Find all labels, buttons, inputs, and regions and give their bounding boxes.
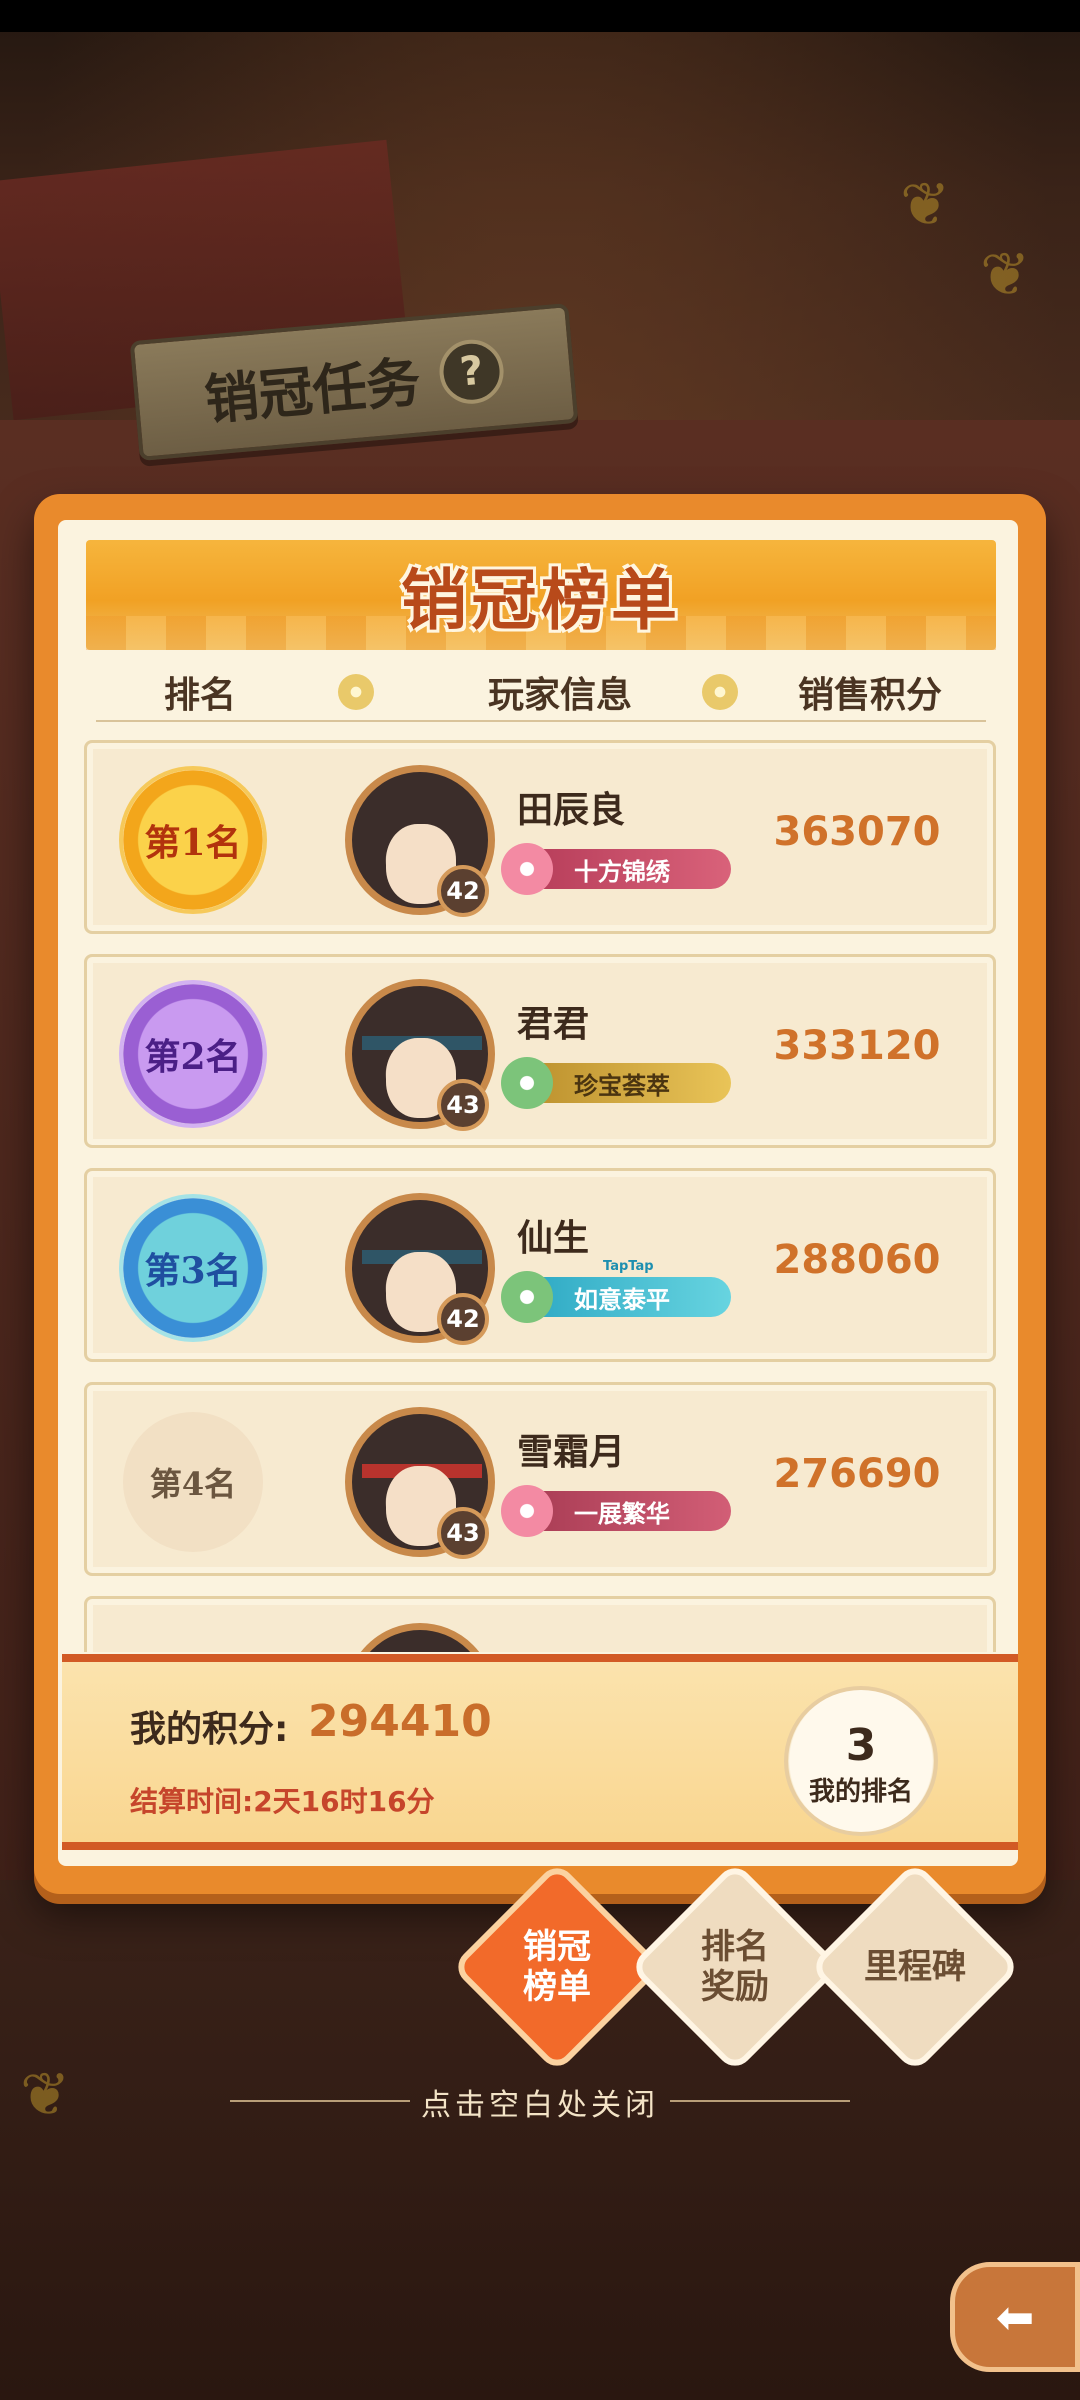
- level-badge: 43: [437, 1507, 489, 1559]
- player-title-tag: TapTap 如意泰平: [501, 1259, 731, 1323]
- leaderboard-title: 销冠榜单: [401, 561, 681, 639]
- player-score: 333120: [773, 1023, 941, 1069]
- player-title-text: 一展繁华: [574, 1499, 670, 1528]
- my-rank-badge: 3 我的排名: [784, 1686, 938, 1836]
- help-icon[interactable]: ?: [436, 337, 507, 407]
- player-title-text: 珍宝荟萃: [574, 1071, 670, 1100]
- player-name: 仙生: [517, 1218, 590, 1259]
- flower-divider-icon: [338, 674, 374, 710]
- quest-title: 销冠任务: [202, 348, 423, 432]
- player-name: 田辰良: [517, 790, 626, 831]
- player-score: 276690: [773, 1451, 941, 1497]
- flower-icon: [501, 843, 553, 895]
- player-title-tag: 一展繁华: [501, 1485, 731, 1537]
- my-score-value: 294410: [308, 1696, 492, 1747]
- flower-divider-icon: [702, 674, 738, 710]
- player-avatar[interactable]: [345, 1623, 495, 1652]
- back-button[interactable]: ⬅: [950, 2262, 1080, 2372]
- leaderboard-row[interactable]: 第3名 42 仙生 TapTap 如意泰平 288060: [84, 1168, 996, 1362]
- jade-icon: [501, 1271, 553, 1323]
- close-hint: 点击空白处关闭: [421, 2088, 659, 2123]
- header-divider: [96, 720, 986, 722]
- taptap-brand-label: TapTap: [603, 1259, 654, 1274]
- my-rank-label: 我的排名: [808, 1777, 913, 1807]
- rank-badge: 第4名: [123, 1412, 263, 1552]
- level-badge: 42: [437, 865, 489, 917]
- level-badge: 42: [437, 1293, 489, 1345]
- column-header-row: 排名 玩家信息 销售积分: [90, 662, 990, 722]
- flower-icon: [501, 1485, 553, 1537]
- column-header-score: 销售积分: [797, 675, 942, 716]
- player-title-tag: 珍宝荟萃: [501, 1057, 731, 1109]
- my-rank-number: 3: [845, 1720, 877, 1771]
- status-bar: [0, 0, 1080, 32]
- player-score: 363070: [773, 809, 941, 855]
- leaderboard-row[interactable]: 第1名 42 田辰良 十方锦绣 363070: [84, 740, 996, 934]
- rank-badge: 第2名: [123, 984, 263, 1124]
- player-name: 雪霜月: [517, 1432, 626, 1473]
- player-score: 288060: [773, 1237, 941, 1283]
- rank-badge: 第1名: [123, 770, 263, 910]
- leaf-decoration-icon: ❦: [980, 240, 1031, 310]
- column-header-player: 玩家信息: [487, 675, 632, 716]
- level-badge: 43: [437, 1079, 489, 1131]
- leaderboard-list[interactable]: 第1名 42 田辰良 十方锦绣 363070 第2名 43 君君 珍宝荟萃 33…: [84, 740, 996, 1652]
- back-arrow-icon: ⬅: [995, 2290, 1035, 2344]
- column-header-rank: 排名: [163, 675, 236, 716]
- tab-milestone-label: 里程碑: [864, 1947, 966, 1987]
- tab-sales-leaderboard-label: 销冠 榜单: [523, 1927, 591, 2007]
- leaderboard-row[interactable]: 第4名 43 雪霜月 一展繁华 276690: [84, 1382, 996, 1576]
- jade-icon: [501, 1057, 553, 1109]
- player-title-tag: 十方锦绣: [501, 843, 731, 895]
- my-score-label: 我的积分:: [130, 1709, 289, 1750]
- player-name: 君君: [517, 1004, 590, 1045]
- leaderboard-row[interactable]: [84, 1596, 996, 1652]
- tab-rank-rewards-label: 排名 奖励: [701, 1927, 769, 2007]
- rank-badge: 第3名: [123, 1198, 263, 1338]
- player-title-text: 如意泰平: [574, 1285, 670, 1314]
- my-ranking-summary: 我的积分: 294410 结算时间:2天16时16分 3 我的排名: [62, 1654, 1018, 1850]
- leaderboard-row[interactable]: 第2名 43 君君 珍宝荟萃 333120: [84, 954, 996, 1148]
- leaf-decoration-icon: ❦: [900, 170, 951, 240]
- player-title-text: 十方锦绣: [574, 857, 670, 886]
- settlement-countdown: 结算时间:2天16时16分: [130, 1785, 435, 1818]
- leaderboard-banner: 销冠榜单: [86, 540, 996, 650]
